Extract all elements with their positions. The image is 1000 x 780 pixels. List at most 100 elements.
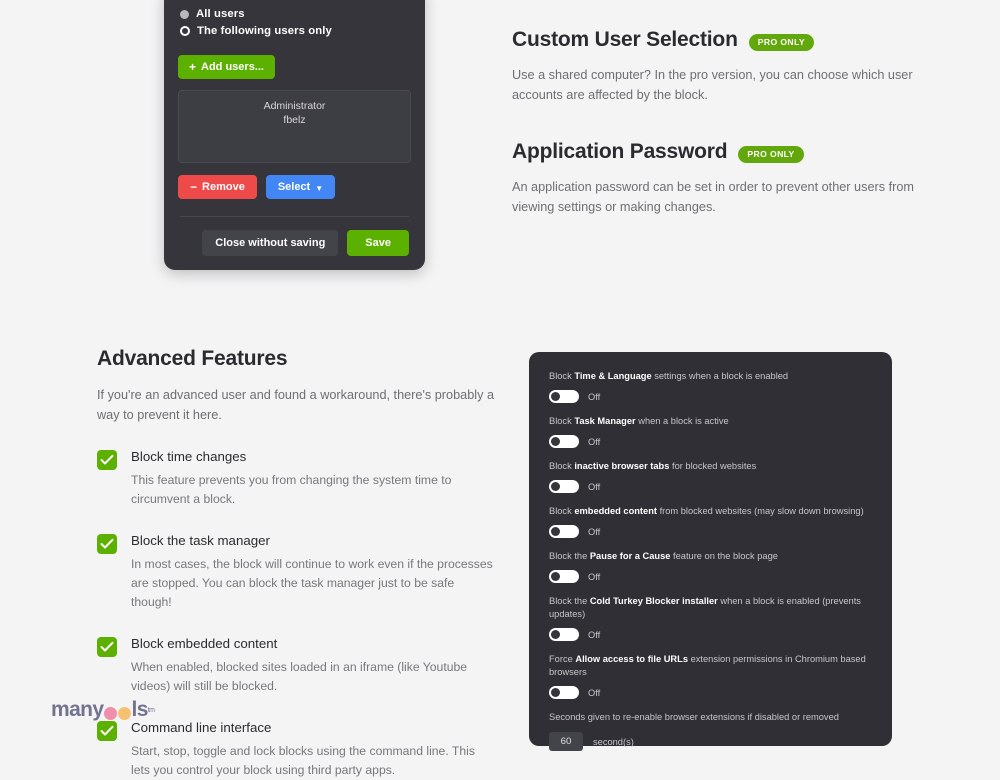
- setting-label: Block the Pause for a Cause feature on t…: [549, 551, 778, 561]
- toggle-block-embedded-content[interactable]: [549, 525, 579, 538]
- feature-command-line-interface: Command line interface Start, stop, togg…: [97, 720, 497, 780]
- toggle-block-inactive-tabs[interactable]: [549, 480, 579, 493]
- toggle-row: Off: [549, 390, 872, 403]
- radio-following-users-only[interactable]: The following users only: [178, 25, 411, 37]
- check-icon: [100, 641, 114, 652]
- feature-title: Command line interface: [131, 720, 272, 735]
- select-button-label: Select: [277, 181, 311, 193]
- toggle-block-task-manager[interactable]: [549, 435, 579, 448]
- toggle-knob: [551, 527, 560, 536]
- radio-following-users-only-label: The following users only: [197, 25, 332, 37]
- pro-features-section: Custom User Selection PRO ONLY Use a sha…: [512, 28, 922, 217]
- toggle-knob: [551, 482, 560, 491]
- close-without-saving-button[interactable]: Close without saving: [202, 230, 339, 256]
- setting-block-task-manager: Block Task Manager when a block is activ…: [549, 415, 872, 448]
- feature-title: Block the task manager: [131, 533, 270, 548]
- toggle-knob: [551, 392, 560, 401]
- checkbox-command-line-interface[interactable]: [97, 721, 117, 741]
- feature-description: Start, stop, toggle and lock blocks usin…: [131, 744, 475, 777]
- radio-all-users-indicator[interactable]: [180, 9, 189, 19]
- toggle-state-label: Off: [588, 391, 601, 402]
- list-item[interactable]: fbelz: [179, 113, 410, 127]
- select-dropdown-button[interactable]: Select ▼: [265, 175, 336, 199]
- list-item[interactable]: Administrator: [179, 99, 410, 113]
- toggle-block-pause-for-a-cause[interactable]: [549, 570, 579, 583]
- feature-block-embedded-content: Block embedded content When enabled, blo…: [97, 636, 497, 696]
- feature-title: Block time changes: [131, 449, 247, 464]
- feature-block-time-changes: Block time changes This feature prevents…: [97, 449, 497, 509]
- advanced-settings-panel: Block Time & Language settings when a bl…: [529, 352, 892, 751]
- remove-button[interactable]: − Remove: [178, 175, 257, 199]
- checkbox-block-time-changes[interactable]: [97, 450, 117, 470]
- watermark-tm: tm: [147, 706, 155, 714]
- application-password-description: An application password can be set in or…: [512, 180, 914, 214]
- user-selection-modal: All users The following users only + Add…: [164, 0, 425, 270]
- feature-text: Block embedded content When enabled, blo…: [131, 636, 497, 696]
- seconds-row: second(s): [549, 732, 872, 751]
- checkbox-block-task-manager[interactable]: [97, 534, 117, 554]
- setting-label: Block inactive browser tabs for blocked …: [549, 461, 757, 471]
- pro-only-badge: PRO ONLY: [748, 33, 814, 51]
- pro-only-badge: PRO ONLY: [738, 145, 804, 163]
- toggle-knob: [551, 630, 560, 639]
- toggle-row: Off: [549, 570, 872, 583]
- toggle-state-label: Off: [588, 436, 601, 447]
- feature-title: Block embedded content: [131, 636, 278, 651]
- setting-block-installer: Block the Cold Turkey Blocker installer …: [549, 595, 872, 641]
- toggle-knob: [551, 688, 560, 697]
- setting-label: Force Allow access to file URLs extensio…: [549, 654, 866, 677]
- watermark-orange-dot-icon: [117, 706, 131, 720]
- advanced-features-intro: If you're an advanced user and found a w…: [97, 388, 495, 422]
- custom-user-selection-heading-row: Custom User Selection PRO ONLY: [512, 28, 922, 52]
- radio-all-users-label: All users: [196, 8, 245, 20]
- toggle-block-installer[interactable]: [549, 628, 579, 641]
- radio-all-users[interactable]: All users: [178, 8, 411, 20]
- toggle-state-label: Off: [588, 629, 601, 640]
- check-icon: [100, 725, 114, 736]
- setting-label: Seconds given to re-enable browser exten…: [549, 712, 839, 722]
- feature-text: Command line interface Start, stop, togg…: [131, 720, 497, 780]
- toggle-row: Off: [549, 686, 872, 699]
- watermark-text-part1: many: [51, 698, 104, 721]
- feature-text: Block time changes This feature prevents…: [131, 449, 497, 509]
- modal-footer: Close without saving Save: [178, 230, 411, 256]
- toggle-row: Off: [549, 628, 872, 641]
- user-list[interactable]: Administrator fbelz: [178, 90, 411, 163]
- seconds-input[interactable]: [549, 732, 583, 751]
- advanced-features-section: Advanced Features If you're an advanced …: [97, 347, 497, 780]
- radio-following-users-only-indicator[interactable]: [180, 26, 190, 36]
- feature-description: When enabled, blocked sites loaded in an…: [131, 660, 468, 693]
- remove-button-label: Remove: [202, 181, 245, 193]
- setting-block-pause-for-a-cause: Block the Pause for a Cause feature on t…: [549, 550, 872, 583]
- plus-icon: +: [189, 60, 197, 74]
- custom-user-selection-description: Use a shared computer? In the pro versio…: [512, 68, 913, 102]
- toggle-state-label: Off: [588, 526, 601, 537]
- toggle-knob: [551, 437, 560, 446]
- feature-description: In most cases, the block will continue t…: [131, 557, 493, 609]
- advanced-features-title: Advanced Features: [97, 347, 288, 370]
- application-password-heading-row: Application Password PRO ONLY: [512, 140, 922, 164]
- application-password-block: Application Password PRO ONLY An applica…: [512, 140, 922, 217]
- page-title: Custom User Selection: [512, 28, 738, 51]
- seconds-unit-label: second(s): [593, 736, 634, 747]
- setting-block-time-language: Block Time & Language settings when a bl…: [549, 370, 872, 403]
- setting-force-file-urls: Force Allow access to file URLs extensio…: [549, 653, 872, 699]
- setting-block-inactive-tabs: Block inactive browser tabs for blocked …: [549, 460, 872, 493]
- check-icon: [100, 454, 114, 465]
- toggle-state-label: Off: [588, 571, 601, 582]
- add-users-button[interactable]: + Add users...: [178, 55, 275, 79]
- toggle-state-label: Off: [588, 481, 601, 492]
- checkbox-block-embedded-content[interactable]: [97, 637, 117, 657]
- custom-user-selection-block: Custom User Selection PRO ONLY Use a sha…: [512, 28, 922, 105]
- add-users-button-label: Add users...: [201, 61, 264, 73]
- toggle-state-label: Off: [588, 687, 601, 698]
- list-action-row: − Remove Select ▼: [178, 175, 411, 199]
- section-title: Application Password: [512, 140, 728, 163]
- toggle-block-time-language[interactable]: [549, 390, 579, 403]
- feature-description: This feature prevents you from changing …: [131, 473, 452, 506]
- watermark-text-part2: ls: [131, 698, 148, 721]
- save-button[interactable]: Save: [347, 230, 409, 256]
- toggle-force-file-urls[interactable]: [549, 686, 579, 699]
- setting-label: Block the Cold Turkey Blocker installer …: [549, 596, 861, 619]
- feature-block-task-manager: Block the task manager In most cases, th…: [97, 533, 497, 612]
